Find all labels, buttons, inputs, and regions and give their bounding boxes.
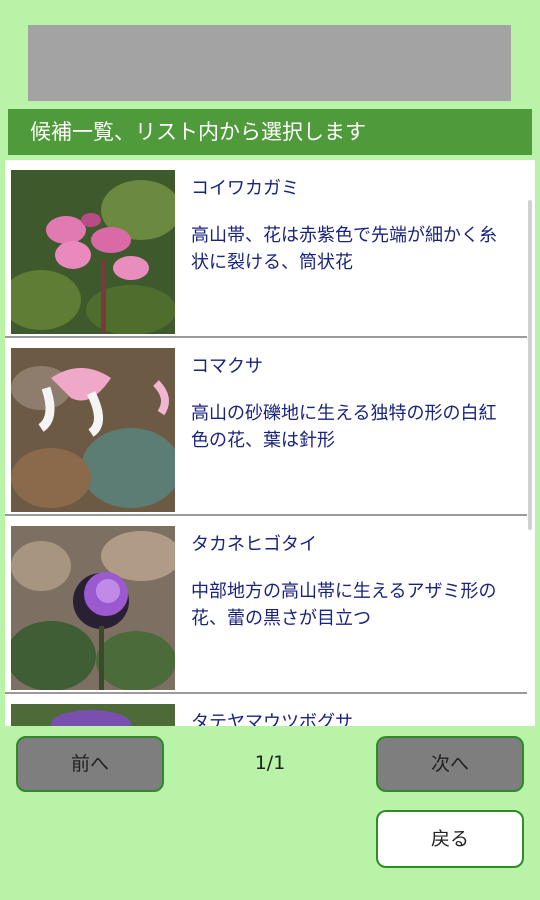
item-name: コマクサ <box>191 356 263 377</box>
list-item-koiwakagami[interactable]: コイワカガミ 高山帯、花は赤紫色で先端が細かく糸状に裂ける、筒状花 <box>5 160 527 338</box>
item-description: 高山の砂礫地に生える独特の形の白紅色の花、葉は針形 <box>191 403 497 451</box>
prev-page-button[interactable]: 前へ <box>16 736 164 792</box>
flower-thumbnail <box>11 348 175 512</box>
item-name: タテヤマウツボグサ <box>191 712 353 726</box>
candidate-list[interactable]: コイワカガミ 高山帯、花は赤紫色で先端が細かく糸状に裂ける、筒状花 コマクサ 高… <box>5 160 535 726</box>
item-description: 中部地方の高山帯に生えるアザミ形の花、蕾の黒さが目立つ <box>191 581 497 629</box>
banner-placeholder <box>28 25 511 101</box>
back-button[interactable]: 戻る <box>376 810 524 868</box>
list-header: 候補一覧、リスト内から選択します <box>8 109 532 155</box>
page-indicator: 1/1 <box>254 752 286 774</box>
flower-thumbnail <box>11 704 175 726</box>
flower-thumbnail <box>11 170 175 334</box>
list-item-komakusa[interactable]: コマクサ 高山の砂礫地に生える独特の形の白紅色の花、葉は針形 <box>5 338 527 516</box>
next-page-button[interactable]: 次へ <box>376 736 524 792</box>
item-name: コイワカガミ <box>191 178 299 199</box>
list-item-tateyamautsubogusa[interactable]: タテヤマウツボグサ <box>5 694 527 726</box>
item-name: タカネヒゴタイ <box>191 534 317 555</box>
list-item-takanehigotai[interactable]: タカネヒゴタイ 中部地方の高山帯に生えるアザミ形の花、蕾の黒さが目立つ <box>5 516 527 694</box>
list-scrollbar[interactable] <box>528 200 532 530</box>
flower-thumbnail <box>11 526 175 690</box>
item-description: 高山帯、花は赤紫色で先端が細かく糸状に裂ける、筒状花 <box>191 225 497 273</box>
